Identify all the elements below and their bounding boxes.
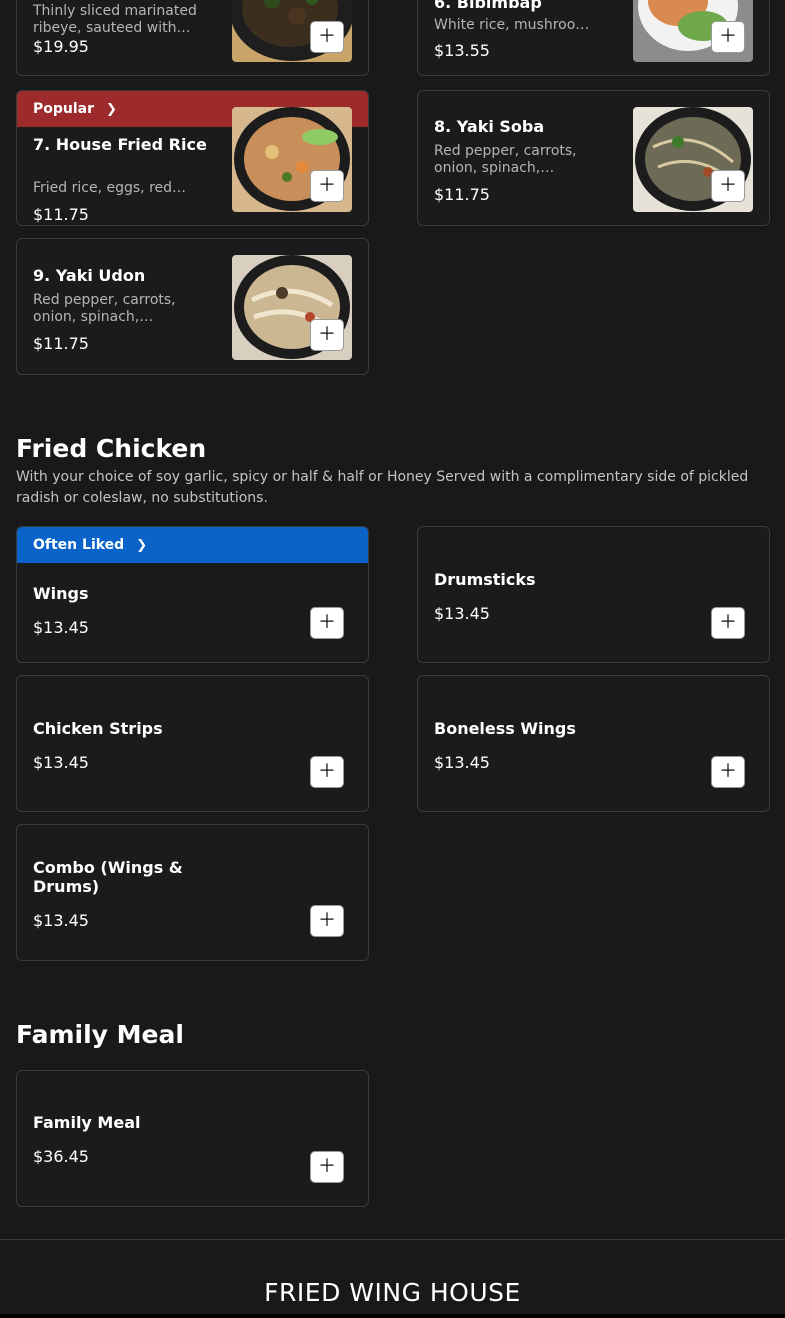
item-description: Red pepper, carrots, onion, spinach,… (33, 292, 176, 325)
menu-item-card[interactable]: Family Meal $36.45 ＋ (16, 1070, 369, 1207)
plus-icon: ＋ (719, 26, 737, 47)
chevron-right-icon: ❯ (136, 537, 148, 553)
item-name: 6. Bibimbap (434, 0, 542, 12)
add-to-cart-button[interactable]: ＋ (310, 607, 344, 639)
plus-icon: ＋ (719, 175, 737, 196)
add-to-cart-button[interactable]: ＋ (310, 319, 344, 351)
item-name: Family Meal (33, 1113, 141, 1132)
menu-item-card[interactable]: Often Liked ❯ Wings $13.45 ＋ (16, 526, 369, 663)
item-price: $36.45 (33, 1147, 89, 1166)
item-name: Boneless Wings (434, 719, 576, 738)
item-price: $13.55 (434, 41, 490, 60)
badge-label: Often Liked (33, 537, 125, 553)
menu-item-card[interactable]: 9. Yaki Udon Red pepper, carrots, onion,… (16, 238, 369, 375)
footer-brand-name: FRIED WING HOUSE (264, 1278, 521, 1307)
add-to-cart-button[interactable]: ＋ (711, 170, 745, 202)
badge-label: Popular (33, 101, 95, 117)
add-to-cart-button[interactable]: ＋ (310, 905, 344, 937)
item-name: 7. House Fried Rice (33, 135, 207, 154)
item-price: $11.75 (434, 185, 490, 204)
item-price: $11.75 (33, 334, 89, 353)
item-name: Combo (Wings & Drums) (33, 858, 183, 896)
add-to-cart-button[interactable]: ＋ (711, 756, 745, 788)
often-liked-badge[interactable]: Often Liked ❯ (17, 527, 368, 563)
add-to-cart-button[interactable]: ＋ (711, 607, 745, 639)
item-name: 8. Yaki Soba (434, 117, 545, 136)
plus-icon: ＋ (719, 761, 737, 782)
item-price: $13.45 (33, 618, 89, 637)
plus-icon: ＋ (318, 175, 336, 196)
plus-icon: ＋ (318, 324, 336, 345)
item-name: Wings (33, 584, 89, 603)
item-price: $19.95 (33, 37, 89, 56)
section-title: Family Meal (16, 1020, 184, 1049)
item-price: $13.45 (33, 911, 89, 930)
menu-item-card[interactable]: Boneless Wings $13.45 ＋ (417, 675, 770, 812)
item-price: $13.45 (434, 753, 490, 772)
add-to-cart-button[interactable]: ＋ (310, 756, 344, 788)
bottom-bar (0, 1314, 785, 1318)
menu-item-card[interactable]: 6. Bibimbap White rice, mushroo… $13.55 … (417, 0, 770, 76)
add-to-cart-button[interactable]: ＋ (310, 21, 344, 53)
section-title: Fried Chicken (16, 434, 207, 463)
item-description: Red pepper, carrots, onion, spinach,… (434, 143, 577, 176)
chevron-right-icon: ❯ (106, 101, 117, 117)
item-description: Fried rice, eggs, red… (33, 180, 187, 196)
menu-item-card[interactable]: Thinly sliced marinated ribeye, sauteed … (16, 0, 369, 76)
item-price: $13.45 (434, 604, 490, 623)
menu-item-card[interactable]: Drumsticks $13.45 ＋ (417, 526, 770, 663)
plus-icon: ＋ (318, 612, 336, 633)
add-to-cart-button[interactable]: ＋ (310, 170, 344, 202)
menu-item-card[interactable]: Popular ❯ 7. House Fried Rice Fried rice… (16, 90, 369, 226)
item-name: 9. Yaki Udon (33, 266, 146, 285)
plus-icon: ＋ (719, 612, 737, 633)
menu-item-card[interactable]: 8. Yaki Soba Red pepper, carrots, onion,… (417, 90, 770, 226)
menu-item-card[interactable]: Chicken Strips $13.45 ＋ (16, 675, 369, 812)
plus-icon: ＋ (318, 910, 336, 931)
item-name: Chicken Strips (33, 719, 163, 738)
section-description: With your choice of soy garlic, spicy or… (16, 469, 749, 506)
item-description: Thinly sliced marinated ribeye, sauteed … (33, 3, 197, 36)
item-name: Drumsticks (434, 570, 536, 589)
add-to-cart-button[interactable]: ＋ (711, 21, 745, 53)
item-price: $13.45 (33, 753, 89, 772)
item-price: $11.75 (33, 205, 89, 224)
plus-icon: ＋ (318, 1156, 336, 1177)
add-to-cart-button[interactable]: ＋ (310, 1151, 344, 1183)
plus-icon: ＋ (318, 761, 336, 782)
footer-divider (0, 1239, 785, 1240)
menu-item-card[interactable]: Combo (Wings & Drums) $13.45 ＋ (16, 824, 369, 961)
item-description: White rice, mushroo… (434, 17, 590, 33)
plus-icon: ＋ (318, 26, 336, 47)
